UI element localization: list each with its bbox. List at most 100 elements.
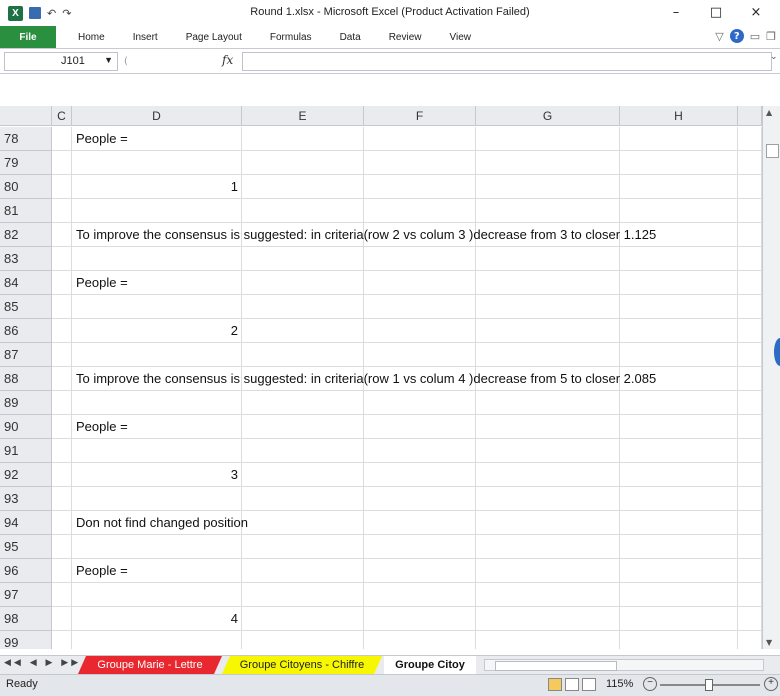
column-header-f[interactable]: F (364, 106, 476, 126)
cell[interactable] (242, 391, 364, 415)
cell[interactable] (620, 607, 738, 631)
row-header[interactable]: 79 (0, 151, 52, 175)
cell[interactable] (72, 295, 242, 319)
column-header-c[interactable]: C (52, 106, 72, 126)
cell[interactable] (242, 535, 364, 559)
row-header[interactable]: 80 (0, 175, 52, 199)
row-header[interactable]: 90 (0, 415, 52, 439)
cell[interactable] (476, 535, 620, 559)
column-header-i[interactable] (738, 106, 762, 126)
cell[interactable] (364, 343, 476, 367)
cell[interactable] (620, 295, 738, 319)
cell[interactable] (52, 559, 72, 583)
cell[interactable] (52, 247, 72, 271)
cell[interactable] (52, 607, 72, 631)
formula-input[interactable] (242, 52, 772, 71)
cell[interactable] (52, 271, 72, 295)
tab-view[interactable]: View (435, 32, 485, 43)
cell[interactable] (738, 151, 762, 175)
cell[interactable] (476, 415, 620, 439)
cell[interactable] (620, 463, 738, 487)
cell[interactable] (738, 223, 762, 247)
cell[interactable] (620, 151, 738, 175)
cell[interactable] (476, 247, 620, 271)
column-header-d[interactable]: D (72, 106, 242, 126)
zoom-in-button[interactable]: + (764, 677, 778, 691)
cell[interactable] (620, 175, 738, 199)
cell[interactable] (738, 463, 762, 487)
cell[interactable] (476, 319, 620, 343)
page-break-view-button[interactable] (582, 678, 596, 691)
cell[interactable] (738, 535, 762, 559)
cell[interactable] (620, 535, 738, 559)
cell[interactable] (738, 439, 762, 463)
row-header[interactable]: 95 (0, 535, 52, 559)
vertical-scroll-thumb[interactable] (766, 144, 779, 158)
cell[interactable] (52, 631, 72, 649)
row-header[interactable]: 98 (0, 607, 52, 631)
cell[interactable] (620, 511, 738, 535)
cell[interactable] (364, 559, 476, 583)
cell[interactable] (364, 631, 476, 649)
cell[interactable] (52, 535, 72, 559)
cell[interactable] (476, 583, 620, 607)
cell[interactable] (620, 583, 738, 607)
row-header[interactable]: 96 (0, 559, 52, 583)
row-header[interactable]: 88 (0, 367, 52, 391)
name-box-dropdown-icon[interactable]: ▼ (104, 55, 113, 65)
cell[interactable] (364, 511, 476, 535)
cell[interactable] (72, 487, 242, 511)
zoom-out-button[interactable]: − (643, 677, 657, 691)
cell[interactable] (476, 487, 620, 511)
normal-view-button[interactable] (548, 678, 562, 691)
cell[interactable] (364, 175, 476, 199)
cell[interactable] (620, 343, 738, 367)
cell[interactable] (364, 487, 476, 511)
row-header[interactable]: 81 (0, 199, 52, 223)
cell[interactable] (620, 127, 738, 151)
tab-data[interactable]: Data (326, 32, 375, 43)
name-box[interactable]: J101 ▼ (4, 52, 118, 71)
row-header[interactable]: 91 (0, 439, 52, 463)
cell[interactable] (364, 319, 476, 343)
cell[interactable] (242, 127, 364, 151)
cell[interactable] (620, 415, 738, 439)
cell[interactable] (72, 535, 242, 559)
restore-window-icon[interactable]: ▭ (750, 30, 760, 43)
cell[interactable] (476, 631, 620, 649)
cell[interactable] (738, 391, 762, 415)
expand-formula-bar-icon[interactable]: ⌄ (770, 52, 780, 69)
cell[interactable] (52, 463, 72, 487)
cell[interactable] (72, 151, 242, 175)
cell[interactable] (242, 511, 364, 535)
row-header[interactable]: 97 (0, 583, 52, 607)
page-layout-view-button[interactable] (565, 678, 579, 691)
cell[interactable] (72, 391, 242, 415)
insert-function-icon[interactable]: fx (222, 53, 233, 67)
cell[interactable] (738, 127, 762, 151)
cell[interactable] (738, 583, 762, 607)
cell[interactable] (364, 199, 476, 223)
cell[interactable] (620, 199, 738, 223)
close-button[interactable]: × (736, 0, 776, 24)
tab-insert[interactable]: Insert (119, 32, 172, 43)
tab-review[interactable]: Review (375, 32, 436, 43)
scroll-down-icon[interactable]: ▼ (766, 638, 772, 647)
row-header[interactable]: 78 (0, 127, 52, 151)
row-header[interactable]: 92 (0, 463, 52, 487)
formula-bar-resize-handle[interactable]: ( (124, 56, 128, 67)
cell[interactable] (620, 559, 738, 583)
cell[interactable] (242, 487, 364, 511)
cell[interactable] (242, 247, 364, 271)
cell[interactable] (738, 367, 762, 391)
column-header-g[interactable]: G (476, 106, 620, 126)
cell[interactable] (52, 487, 72, 511)
cell[interactable] (476, 559, 620, 583)
cell[interactable] (476, 295, 620, 319)
cell[interactable] (242, 559, 364, 583)
cell[interactable] (72, 343, 242, 367)
scroll-up-icon[interactable]: ▲ (766, 108, 772, 117)
row-header[interactable]: 93 (0, 487, 52, 511)
cell[interactable] (242, 151, 364, 175)
cell[interactable] (738, 199, 762, 223)
